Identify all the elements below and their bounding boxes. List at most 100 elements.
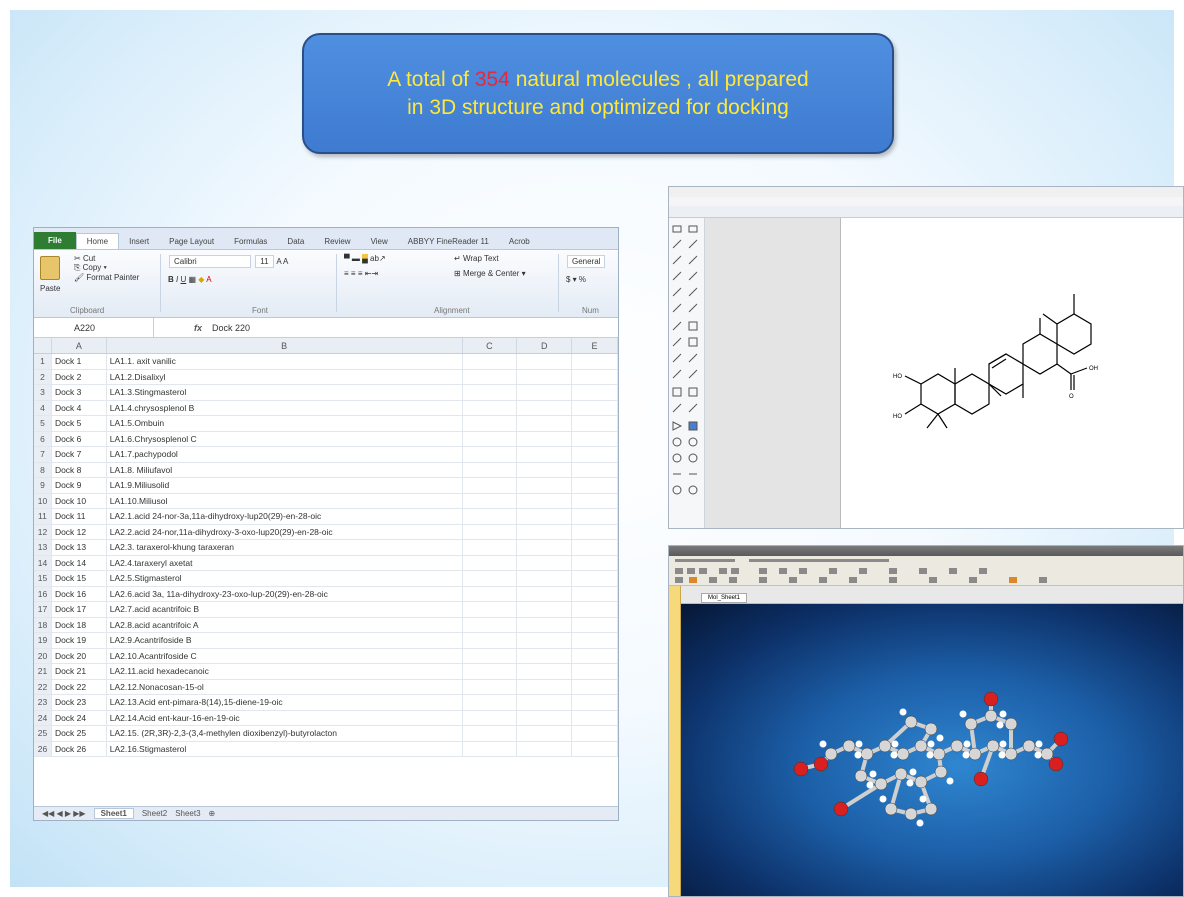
column-header-a[interactable]: A: [52, 338, 107, 353]
fx-icon[interactable]: fx: [194, 323, 202, 333]
cell-d[interactable]: [517, 555, 573, 570]
cell-d[interactable]: [517, 462, 573, 477]
cell-b[interactable]: LA2.13.Acid ent-pimara-8(14),15-diene-19…: [107, 695, 463, 710]
chemdraw-canvas[interactable]: HO HO OH O: [841, 218, 1183, 528]
cut-button[interactable]: ✂ Cut: [74, 254, 139, 263]
cell-c[interactable]: [463, 633, 518, 648]
cell-b[interactable]: LA2.9.Acantrifoside B: [107, 633, 463, 648]
cell-e[interactable]: [572, 741, 618, 756]
cell-e[interactable]: [572, 478, 618, 493]
column-header-e[interactable]: E: [572, 338, 618, 353]
formula-input[interactable]: Dock 220: [212, 323, 250, 333]
cell-e[interactable]: [572, 555, 618, 570]
cell-c[interactable]: [463, 462, 518, 477]
cell-b[interactable]: LA2.12.Nonacosan-15-ol: [107, 679, 463, 694]
cell-b[interactable]: LA1.7.pachypodol: [107, 447, 463, 462]
cell-c[interactable]: [463, 524, 518, 539]
cell-e[interactable]: [572, 602, 618, 617]
bold-button[interactable]: B: [168, 275, 174, 284]
cell-a[interactable]: Dock 1: [52, 354, 107, 369]
row-header[interactable]: 23: [34, 695, 52, 710]
cell-c[interactable]: [463, 555, 518, 570]
row-header[interactable]: 24: [34, 710, 52, 725]
font-size-select[interactable]: 11: [255, 255, 274, 268]
cell-d[interactable]: [517, 571, 573, 586]
cell-c[interactable]: [463, 602, 518, 617]
viewer-toolbar-icons[interactable]: [669, 556, 1184, 586]
cell-d[interactable]: [517, 540, 573, 555]
align-left-icon[interactable]: ≡: [344, 269, 349, 278]
cell-c[interactable]: [463, 431, 518, 446]
column-header-d[interactable]: D: [517, 338, 573, 353]
cell-b[interactable]: LA2.14.Acid ent-kaur-16-en-19-oic: [107, 710, 463, 725]
cell-c[interactable]: [463, 648, 518, 663]
cell-b[interactable]: LA2.10.Acantrifoside C: [107, 648, 463, 663]
indent-icon[interactable]: ⇤⇥: [365, 269, 378, 278]
cell-a[interactable]: Dock 17: [52, 602, 107, 617]
cell-e[interactable]: [572, 664, 618, 679]
cell-d[interactable]: [517, 431, 573, 446]
row-header[interactable]: 2: [34, 369, 52, 384]
row-header[interactable]: 5: [34, 416, 52, 431]
row-header[interactable]: 8: [34, 462, 52, 477]
cell-d[interactable]: [517, 633, 573, 648]
cell-c[interactable]: [463, 710, 518, 725]
cell-e[interactable]: [572, 385, 618, 400]
row-header[interactable]: 22: [34, 679, 52, 694]
cell-d[interactable]: [517, 400, 573, 415]
row-header[interactable]: 9: [34, 478, 52, 493]
tab-review[interactable]: Review: [314, 234, 360, 249]
cell-a[interactable]: Dock 8: [52, 462, 107, 477]
cell-b[interactable]: LA2.1.acid 24-nor-3a,11a-dihydroxy-lup20…: [107, 509, 463, 524]
cell-c[interactable]: [463, 369, 518, 384]
cell-b[interactable]: LA2.8.acid acantrifoic A: [107, 617, 463, 632]
cell-c[interactable]: [463, 478, 518, 493]
cell-e[interactable]: [572, 633, 618, 648]
cell-c[interactable]: [463, 741, 518, 756]
row-header[interactable]: 1: [34, 354, 52, 369]
cell-c[interactable]: [463, 695, 518, 710]
cell-c[interactable]: [463, 385, 518, 400]
cell-d[interactable]: [517, 509, 573, 524]
cell-a[interactable]: Dock 18: [52, 617, 107, 632]
cell-c[interactable]: [463, 726, 518, 741]
row-header[interactable]: 12: [34, 524, 52, 539]
cell-e[interactable]: [572, 726, 618, 741]
new-sheet-icon[interactable]: ⊕: [209, 809, 216, 818]
cell-e[interactable]: [572, 509, 618, 524]
cell-a[interactable]: Dock 6: [52, 431, 107, 446]
cell-a[interactable]: Dock 20: [52, 648, 107, 663]
cell-d[interactable]: [517, 369, 573, 384]
cell-a[interactable]: Dock 3: [52, 385, 107, 400]
cell-b[interactable]: LA1.8. Miliufavol: [107, 462, 463, 477]
underline-button[interactable]: U: [180, 275, 186, 284]
cell-e[interactable]: [572, 369, 618, 384]
row-header[interactable]: 10: [34, 493, 52, 508]
orientation-icon[interactable]: ab↗: [370, 254, 386, 263]
cell-e[interactable]: [572, 400, 618, 415]
cell-d[interactable]: [517, 741, 573, 756]
column-header-c[interactable]: C: [463, 338, 518, 353]
grow-font-icon[interactable]: A: [276, 257, 281, 266]
cell-b[interactable]: LA1.4.chrysosplenol B: [107, 400, 463, 415]
fill-color-icon[interactable]: ◆: [198, 275, 204, 284]
cell-e[interactable]: [572, 431, 618, 446]
cell-e[interactable]: [572, 354, 618, 369]
cell-b[interactable]: LA2.15. (2R,3R)-2,3-(3,4-methylen dioxib…: [107, 726, 463, 741]
wrap-text-button[interactable]: ↵ Wrap Text: [454, 254, 526, 263]
cell-d[interactable]: [517, 586, 573, 601]
tab-data[interactable]: Data: [277, 234, 314, 249]
cell-d[interactable]: [517, 664, 573, 679]
cell-e[interactable]: [572, 571, 618, 586]
cell-a[interactable]: Dock 23: [52, 695, 107, 710]
cell-b[interactable]: LA2.4.taraxeryl axetat: [107, 555, 463, 570]
tab-insert[interactable]: Insert: [119, 234, 159, 249]
cell-c[interactable]: [463, 617, 518, 632]
cell-a[interactable]: Dock 4: [52, 400, 107, 415]
cell-a[interactable]: Dock 25: [52, 726, 107, 741]
cell-c[interactable]: [463, 416, 518, 431]
cell-e[interactable]: [572, 493, 618, 508]
sheet-tab-2[interactable]: Sheet2: [142, 809, 167, 818]
cell-d[interactable]: [517, 354, 573, 369]
row-header[interactable]: 26: [34, 741, 52, 756]
